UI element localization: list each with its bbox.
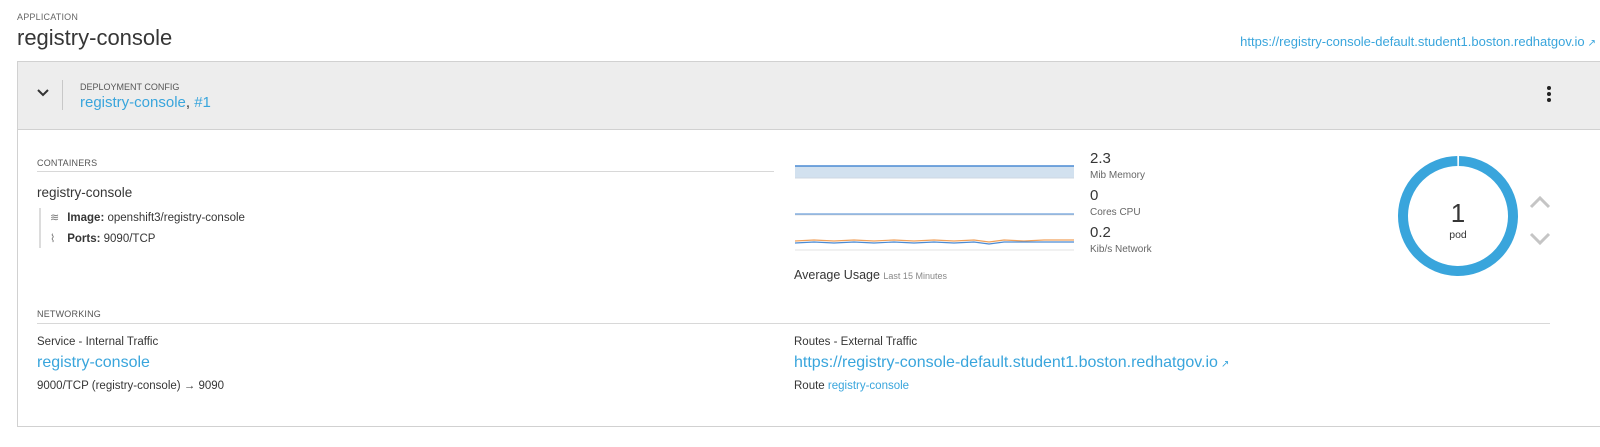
route-url-text: https://registry-console-default.student… — [794, 354, 1218, 371]
image-label: Image: — [67, 212, 105, 224]
memory-unit: Mib Memory — [1090, 170, 1146, 181]
service-heading: Service - Internal Traffic — [37, 336, 159, 348]
memory-sparkline-fill — [795, 166, 1074, 178]
deployment-name-link[interactable]: registry-console — [80, 94, 186, 111]
chevron-down-icon[interactable] — [36, 86, 50, 100]
container-detail-bar — [39, 208, 41, 248]
container-image-row: ≋ Image: openshift3/registry-console — [50, 211, 245, 224]
application-label: APPLICATION — [17, 12, 79, 22]
deployment-panel-header: DEPLOYMENT CONFIG registry-console, #1 — [18, 62, 1600, 130]
scale-up-icon[interactable] — [1529, 195, 1551, 209]
cpu-value: 0 — [1090, 187, 1099, 204]
container-name: registry-console — [37, 185, 133, 200]
route-row: Route registry-console — [794, 380, 909, 392]
header-divider — [62, 80, 63, 110]
deployment-config-label: DEPLOYMENT CONFIG — [80, 82, 180, 92]
image-value: openshift3/registry-console — [107, 212, 245, 224]
kebab-menu-icon[interactable] — [1547, 86, 1553, 104]
route-name-link[interactable]: registry-console — [828, 380, 909, 392]
deployment-config-name: registry-console, #1 — [80, 94, 211, 111]
application-url-link[interactable]: https://registry-console-default.student… — [1240, 34, 1596, 49]
service-ports: 9000/TCP (registry-console) → 9090 — [37, 380, 225, 392]
scale-down-icon[interactable] — [1529, 232, 1551, 246]
containers-divider — [37, 171, 774, 172]
cpu-unit: Cores CPU — [1090, 207, 1141, 218]
network-value: 0.2 — [1090, 224, 1111, 241]
ports-value: 9090/TCP — [103, 233, 156, 245]
network-sparkline-in — [794, 241, 1074, 245]
ports-label: Ports: — [67, 233, 101, 245]
service-name-link[interactable]: registry-console — [37, 354, 150, 372]
containers-label: CONTAINERS — [37, 158, 98, 168]
average-usage: Average Usage Last 15 Minutes — [794, 268, 947, 282]
networking-divider — [37, 323, 1550, 324]
layers-icon: ≋ — [50, 212, 60, 224]
memory-value: 2.3 — [1090, 150, 1111, 167]
average-usage-label: Average Usage — [794, 268, 880, 282]
container-ports-row: ⌇ Ports: 9090/TCP — [50, 232, 155, 245]
deployment-separator: , — [185, 94, 191, 111]
external-link-icon: ↗ — [1220, 359, 1230, 370]
deployment-version-link[interactable]: #1 — [194, 94, 211, 111]
route-prefix: Route — [794, 380, 825, 392]
pod-count: 1 — [1450, 198, 1466, 228]
pod-label: pod — [1449, 229, 1467, 241]
pulse-icon: ⌇ — [50, 233, 56, 245]
networking-label: NETWORKING — [37, 309, 101, 319]
application-name: registry-console — [17, 25, 173, 50]
average-usage-period: Last 15 Minutes — [883, 271, 947, 281]
external-link-icon: ↗ — [1587, 38, 1596, 49]
route-url-link[interactable]: https://registry-console-default.student… — [794, 354, 1229, 372]
routes-heading: Routes - External Traffic — [794, 336, 918, 348]
usage-sparklines — [794, 165, 1074, 251]
application-url-text: https://registry-console-default.student… — [1240, 34, 1585, 49]
network-unit: Kib/s Network — [1090, 244, 1152, 255]
